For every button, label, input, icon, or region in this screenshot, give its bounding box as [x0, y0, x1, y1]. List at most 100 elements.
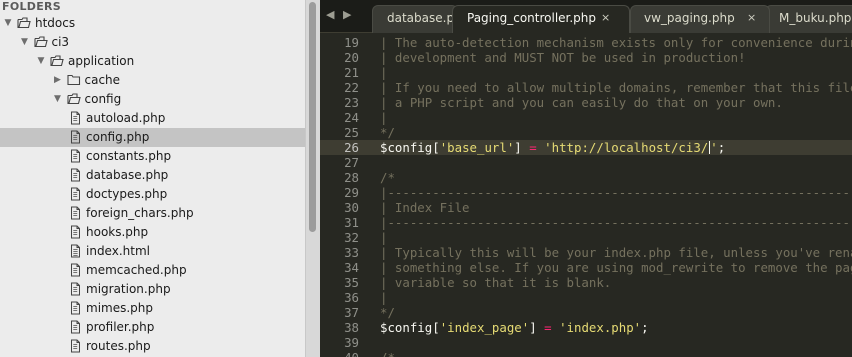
tab-label: vw_paging.php [644, 11, 735, 25]
line-content: | [380, 290, 387, 305]
comment-text: | [380, 110, 388, 125]
tree-item-label: routes.php [86, 339, 151, 353]
line-number: 31 [344, 215, 359, 230]
code-line[interactable]: 29 |-------------------------------------… [320, 185, 852, 200]
line-number: 38 [344, 320, 359, 335]
string-literal: 'index.php' [559, 320, 642, 335]
tree-item-label: doctypes.php [86, 187, 168, 201]
line-content: | If you need to allow multiple domains,… [380, 80, 852, 95]
expand-right-icon[interactable]: ▶ [53, 71, 63, 90]
sidebar-scroll-thumb[interactable] [309, 2, 316, 232]
code-line[interactable]: 34 | something else. If you are using mod… [320, 260, 852, 275]
next-tab-icon[interactable]: ▶ [343, 8, 351, 21]
comment-text: |---------------------------------------… [380, 215, 852, 230]
prev-tab-icon[interactable]: ◀ [326, 8, 334, 21]
code-line[interactable]: 30 | Index File [320, 200, 852, 215]
line-content: | variable so that it is blank. [380, 275, 611, 290]
line-number: 19 [344, 35, 359, 50]
line-content: | The auto-detection mechanism exists on… [380, 35, 852, 50]
code-line[interactable]: 24 | [320, 110, 852, 125]
comment-text: | a PHP script and you can easily do tha… [380, 95, 783, 110]
code-line[interactable]: 19 | The auto-detection mechanism exists … [320, 35, 852, 50]
code-line[interactable]: 26 $config['base_url'] = 'http://localhos… [320, 140, 852, 155]
file-item[interactable]: autoload.php [0, 109, 305, 128]
tree-item-label: constants.php [86, 149, 172, 163]
folder-item[interactable]: ▼ ci3 [0, 33, 305, 52]
code-line[interactable]: 38 $config['index_page'] = 'index.php'; [320, 320, 852, 335]
comment-text: | something else. If you are using mod_r… [380, 260, 852, 275]
file-item[interactable]: foreign_chars.php [0, 204, 305, 223]
file-item[interactable]: constants.php [0, 147, 305, 166]
tab-label: Paging_controller.php [467, 11, 597, 25]
code-line[interactable]: 27 [320, 155, 852, 170]
tab-vw-paging-php[interactable]: vw_paging.php × [630, 5, 770, 33]
line-content: | something else. If you are using mod_r… [380, 260, 852, 275]
tree-item-label: hooks.php [86, 225, 149, 239]
file-item[interactable]: config.php [0, 128, 305, 147]
string-literal: 'index_page' [439, 320, 530, 335]
file-item[interactable]: mimes.php [0, 299, 305, 318]
file-item[interactable]: hooks.php [0, 223, 305, 242]
file-item[interactable]: migration.php [0, 280, 305, 299]
tree-item-label: mimes.php [86, 301, 154, 315]
file-item[interactable]: doctypes.php [0, 185, 305, 204]
file-item[interactable]: profiler.php [0, 318, 305, 337]
folder-item[interactable]: ▼ application [0, 52, 305, 71]
comment-text: | variable so that it is blank. [380, 275, 612, 290]
close-tab-icon[interactable]: × [601, 6, 610, 30]
comment-text: | [380, 230, 388, 245]
sidebar-scrollbar[interactable] [305, 0, 320, 357]
expand-down-icon[interactable]: ▼ [20, 33, 30, 52]
close-tab-icon[interactable]: × [747, 6, 756, 30]
code-line[interactable]: 20 | development and MUST NOT be used in … [320, 50, 852, 65]
code-line[interactable]: 36 | [320, 290, 852, 305]
code-line[interactable]: 33 | Typically this will be your index.ph… [320, 245, 852, 260]
code-token: $config[ [380, 320, 440, 335]
operator: = [529, 140, 537, 155]
expand-down-icon[interactable]: ▼ [3, 14, 13, 33]
tree-item-label: application [68, 54, 135, 68]
file-item[interactable]: database.php [0, 166, 305, 185]
folder-item[interactable]: ▼ htdocs [0, 14, 305, 33]
code-line[interactable]: 39 [320, 335, 852, 350]
string-literal: ' [710, 140, 718, 155]
code-line[interactable]: 22 | If you need to allow multiple domain… [320, 80, 852, 95]
folder-item[interactable]: ▼ config [0, 90, 305, 109]
tab-bar: ◀ ▶ database.phpPaging_controller.php×vw… [320, 0, 852, 33]
line-content: | a PHP script and you can easily do tha… [380, 95, 783, 110]
line-content: | [380, 110, 387, 125]
code-line[interactable]: 40 /* [320, 350, 852, 357]
expand-down-icon[interactable]: ▼ [36, 52, 46, 71]
tab-m-buku-php[interactable]: M_buku.php [765, 5, 852, 33]
code-line[interactable]: 35 | variable so that it is blank. [320, 275, 852, 290]
file-item[interactable]: index.html [0, 242, 305, 261]
file-item[interactable]: memcached.php [0, 261, 305, 280]
line-content: */ [380, 305, 395, 320]
file-item[interactable]: routes.php [0, 337, 305, 356]
tree-item-label: migration.php [86, 282, 171, 296]
comment-text: /* [380, 350, 395, 357]
code-area[interactable]: 19 | The auto-detection mechanism exists … [320, 33, 852, 357]
line-content: | development and MUST NOT be used in pr… [380, 50, 746, 65]
tab-database-php[interactable]: database.php [372, 5, 458, 33]
code-line[interactable]: 21 | [320, 65, 852, 80]
tree-item-label: htdocs [35, 16, 76, 30]
code-line[interactable]: 28 /* [320, 170, 852, 185]
comment-text: | [380, 290, 388, 305]
line-number: 29 [344, 185, 359, 200]
line-number: 32 [344, 230, 359, 245]
code-line[interactable]: 23 | a PHP script and you can easily do t… [320, 95, 852, 110]
line-number: 20 [344, 50, 359, 65]
code-line[interactable]: 37 */ [320, 305, 852, 320]
comment-text: /* [380, 170, 395, 185]
code-line[interactable]: 32 | [320, 230, 852, 245]
expand-down-icon[interactable]: ▼ [53, 90, 63, 109]
string-literal: 'base_url' [439, 140, 515, 155]
folder-item[interactable]: ▶ cache [0, 71, 305, 90]
code-line[interactable]: 25 */ [320, 125, 852, 140]
line-number: 26 [344, 140, 359, 155]
tab-paging-controller-php[interactable]: Paging_controller.php × [452, 5, 630, 33]
code-line[interactable]: 31 |-------------------------------------… [320, 215, 852, 230]
code-token: $config[ [380, 140, 440, 155]
line-number: 34 [344, 260, 359, 275]
